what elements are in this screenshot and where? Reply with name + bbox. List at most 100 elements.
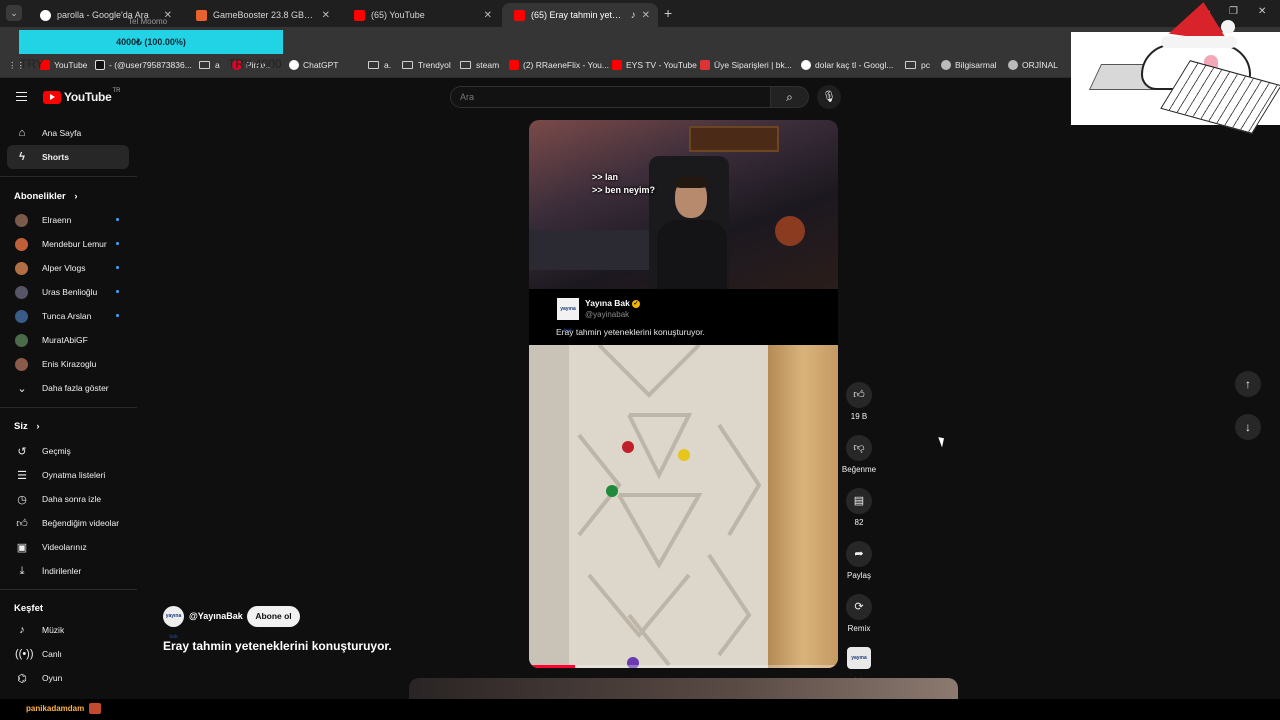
bookmark-tiktok[interactable]: - (@user795873836...	[95, 60, 192, 70]
dislike-button[interactable]: 👎︎ Beğenme	[840, 435, 878, 474]
sidebar-item-label: Daha sonra izle	[42, 494, 102, 504]
santa-hat-brim	[1161, 36, 1237, 48]
previous-short-button[interactable]: ↑	[1235, 371, 1261, 397]
sidebar-item-gaming[interactable]: ⌬ Oyun	[7, 666, 129, 690]
bookmark-dolar[interactable]: dolar kaç tl - Googl...	[801, 60, 893, 70]
sidebar-item-subscription[interactable]: Enis Kirazoglu	[7, 352, 129, 376]
sidebar-item-label: Ana Sayfa	[42, 128, 82, 138]
sidebar-item-live[interactable]: ((•)) Canlı	[7, 642, 129, 666]
bookmark-label: ORJİNAL	[1022, 60, 1058, 70]
search-input[interactable]: Ara	[450, 86, 771, 108]
subscription-name: Elraenn	[42, 215, 72, 225]
short-video-player[interactable]: >> lan >> ben neyim? yayına bak Yayına B…	[529, 120, 838, 668]
show-more-label: Daha fazla göster	[42, 383, 109, 393]
sidebar-item-subscription[interactable]: Uras Benlioğlu	[7, 280, 129, 304]
bookmark-orjinal[interactable]: ORJİNAL	[1008, 60, 1058, 70]
tiktok-icon	[95, 60, 105, 70]
bookmark-label: Üye Siparişleri | bk...	[714, 60, 792, 70]
subscription-name: Mendebur Lemur	[42, 239, 107, 249]
bookmark-youtube[interactable]: YouTube	[40, 60, 87, 70]
microphone-icon: 🎙︎	[822, 91, 836, 103]
bookmark-folder-a[interactable]: a	[199, 60, 220, 70]
like-button[interactable]: 👍︎ 19 B	[840, 382, 878, 421]
bookmark-bilgisarmal[interactable]: Bilgisarmal	[941, 60, 997, 70]
thumbs-down-icon: 👎︎	[846, 435, 872, 461]
close-icon[interactable]: ✕	[484, 10, 492, 21]
emote-icon	[89, 703, 101, 714]
bookmark-steam[interactable]: steam	[460, 60, 499, 70]
speaker-icon[interactable]: ♪	[631, 10, 636, 21]
sidebar-item-shorts[interactable]: ϟ Shorts	[7, 145, 129, 169]
video-progress-bar[interactable]	[529, 665, 838, 668]
sidebar-item-subscription[interactable]: Elraenn	[7, 208, 129, 232]
sidebar-item-subscription[interactable]: MuratAbiGF	[7, 328, 129, 352]
audio-source-thumbnail[interactable]: yayına bak	[847, 647, 871, 683]
bookmark-label: EYS TV - YouTube	[626, 60, 697, 70]
youtube-page: YouTube TR ⌂ Ana Sayfa ϟ Shorts Abonelik…	[0, 79, 1280, 699]
gamebooster-icon	[196, 9, 207, 21]
folder-icon	[199, 61, 210, 69]
comments-button[interactable]: ▤ 82	[840, 488, 878, 527]
tab-active-short[interactable]: (65) Eray tahmin yetenekleri ♪ ✕	[502, 3, 658, 27]
video-caption: >> lan >> ben neyim?	[592, 172, 656, 195]
sidebar-item-home[interactable]: ⌂ Ana Sayfa	[7, 121, 129, 145]
new-tab-button[interactable]: +	[664, 5, 672, 21]
yellow-marble	[678, 449, 690, 461]
bookmark-siparis[interactable]: Üye Siparişleri | bk...	[700, 60, 792, 70]
subscribe-button[interactable]: Abone ol	[247, 606, 300, 627]
basketball	[775, 216, 805, 246]
bookmark-rraeneflix[interactable]: (2) RRaeneFlix - You...	[509, 60, 609, 70]
streamer-name: panikadamdam	[26, 704, 85, 713]
close-icon[interactable]: ✕	[322, 10, 330, 21]
bookmark-label: dolar kaç tl - Googl...	[815, 60, 894, 70]
tab-youtube[interactable]: (65) YouTube ✕	[342, 3, 500, 27]
bookmark-pc[interactable]: pc	[905, 60, 930, 70]
bookmark-folder-a2[interactable]: a.	[368, 60, 391, 70]
sidebar-item-label: Videolarınız	[42, 542, 87, 552]
voice-search-button[interactable]: 🎙︎	[817, 85, 841, 109]
folder-icon	[905, 61, 916, 69]
next-short-button[interactable]: ↓	[1235, 414, 1261, 440]
tab-title: (65) YouTube	[371, 10, 425, 20]
sidebar-item-your-videos[interactable]: ▣ Videolarınız	[7, 535, 129, 559]
youtube-logo[interactable]: YouTube TR	[43, 88, 120, 104]
sidebar-item-label: Oyun	[42, 673, 63, 683]
subscriptions-title[interactable]: Abonelikler ›	[14, 191, 78, 202]
sidebar-item-subscription[interactable]: Alper Vlogs	[7, 256, 129, 280]
tab-gamebooster[interactable]: GameBooster 23.8 GB-2420FF ✕	[184, 3, 338, 27]
tab-search-button[interactable]: ⌄	[6, 5, 22, 21]
channel-avatar[interactable]: yayına bak	[163, 606, 184, 640]
google-icon	[40, 9, 51, 21]
close-icon[interactable]: ✕	[642, 10, 650, 21]
sidebar-item-music[interactable]: ♪ Müzik	[7, 618, 129, 642]
sidebar-item-playlists[interactable]: ☰ Oynatma listeleri	[7, 463, 129, 487]
video-progress-fill	[529, 665, 576, 668]
share-button[interactable]: ➦ Paylaş	[840, 541, 878, 580]
bookmark-eystv[interactable]: EYS TV - YouTube	[612, 60, 697, 70]
sidebar-item-watch-later[interactable]: ◷ Daha sonra izle	[7, 487, 129, 511]
next-short-preview[interactable]	[409, 678, 958, 699]
you-section-title[interactable]: Siz ›	[14, 421, 40, 432]
channel-logo: yayına bak	[557, 298, 579, 334]
menu-hamburger-icon[interactable]	[16, 92, 27, 101]
show-more-button[interactable]: ⌄ Daha fazla göster	[7, 376, 129, 400]
sidebar-item-subscription[interactable]: Tunca Arslan	[7, 304, 129, 328]
wooden-wall	[768, 345, 838, 668]
sidebar-item-history[interactable]: ↺ Geçmiş	[7, 439, 129, 463]
arrow-up-icon: ↑	[1245, 377, 1251, 391]
short-title[interactable]: Eray tahmin yeteneklerini konuşturuyor.	[163, 639, 392, 653]
bookmark-trendyol[interactable]: Trendyol	[402, 60, 451, 70]
folder-icon	[402, 61, 413, 69]
bookmark-chatgpt[interactable]: ChatGPT	[289, 60, 338, 70]
sidebar-item-subscription[interactable]: Mendebur Lemur	[7, 232, 129, 256]
shop-icon	[700, 60, 710, 70]
sidebar-item-downloads[interactable]: ⤓ İndirilenler	[7, 559, 129, 583]
donation-donor-text: Tel Moomo	[128, 17, 168, 26]
sidebar-item-label: Shorts	[42, 152, 69, 162]
search-button[interactable]: ⌕	[771, 86, 809, 108]
channel-handle[interactable]: @YayınaBak	[189, 611, 243, 621]
subscription-name: MuratAbiGF	[42, 335, 88, 345]
remix-button[interactable]: ⟳ Remix	[840, 594, 878, 633]
bookmark-label: a	[215, 60, 220, 70]
sidebar-item-liked[interactable]: 👍︎ Beğendiğim videolar	[7, 511, 129, 535]
